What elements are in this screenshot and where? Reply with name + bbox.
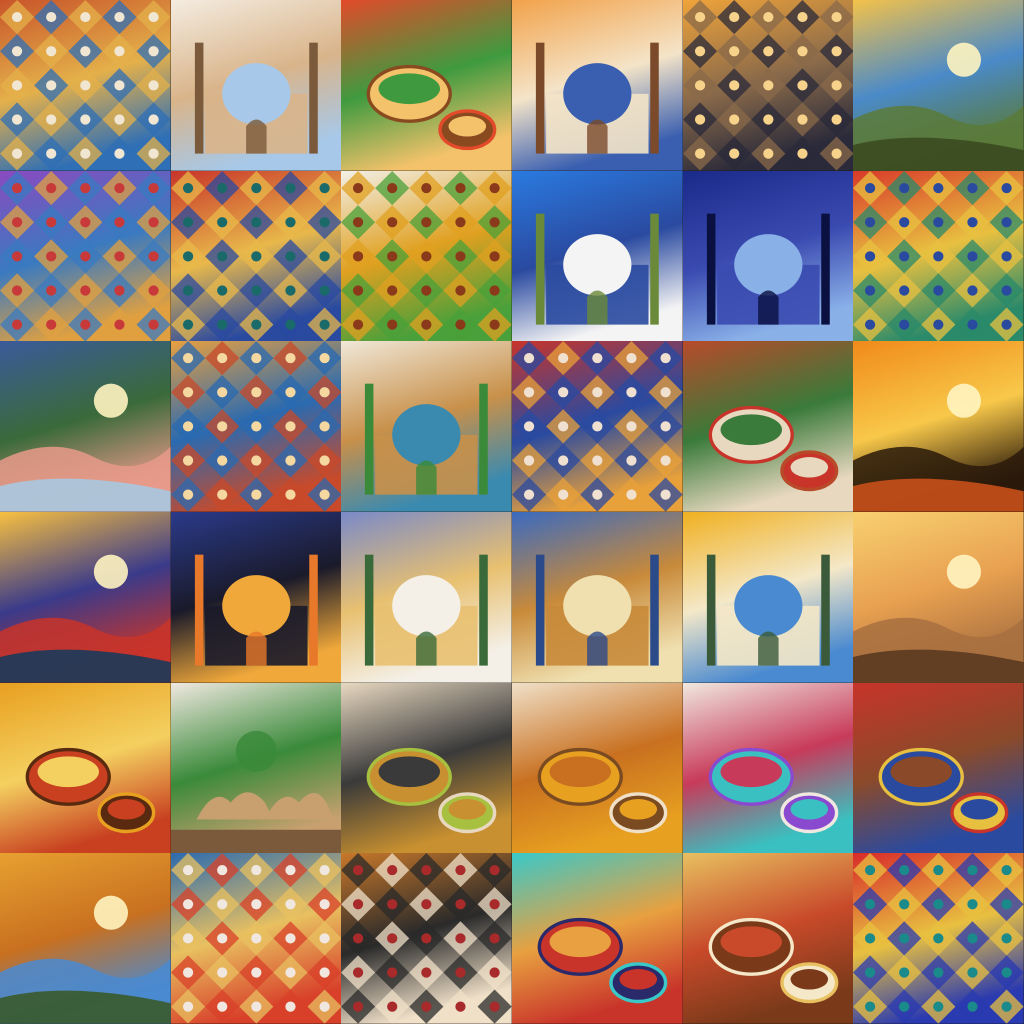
collage-tile	[170, 512, 342, 683]
collage-tile	[170, 341, 342, 512]
collage-tile	[682, 0, 854, 171]
collage-tile	[341, 170, 512, 342]
collage-tile	[512, 0, 683, 171]
collage-tile	[853, 170, 1024, 342]
potted-plant-icon	[341, 170, 512, 342]
sea-sunset-icon	[0, 512, 171, 683]
collage-tile	[170, 853, 342, 1024]
photo-collage	[0, 0, 1024, 1024]
collage-tile	[682, 170, 854, 342]
collage-tile	[853, 853, 1024, 1024]
tapestry-icon	[853, 170, 1024, 342]
desert-dunes-icon	[0, 853, 171, 1024]
collage-tile	[0, 170, 171, 342]
mountain-coast-icon	[0, 341, 171, 512]
minaret-bowl-icon	[341, 341, 512, 512]
collage-tile	[0, 341, 171, 512]
honey-dishes-icon	[512, 682, 683, 854]
collage-tile	[682, 341, 854, 512]
mosque-dome-icon	[512, 0, 683, 171]
collage-tile	[512, 853, 683, 1024]
camel-sunset-icon	[853, 341, 1024, 512]
collage-tile	[512, 341, 683, 512]
blue-dome-icon	[512, 170, 683, 342]
patterned-wall-icon	[170, 853, 342, 1024]
collage-tile	[170, 170, 342, 342]
clay-vase-icon	[853, 682, 1024, 854]
white-mosque-icon	[341, 512, 512, 683]
spice-bowls-icon	[341, 0, 512, 171]
collage-tile	[341, 512, 512, 683]
food-bowls-icon	[341, 682, 512, 854]
night-mosque-icon	[682, 170, 854, 342]
collage-tile	[0, 512, 171, 683]
city-sunset-icon	[853, 512, 1024, 683]
river-sunset-icon	[853, 0, 1024, 171]
painted-plate-icon	[682, 853, 854, 1024]
palm-reflection-icon	[682, 0, 854, 171]
mosaic-pattern-icon	[170, 170, 342, 342]
collage-tile	[512, 512, 683, 683]
harbor-boats-icon	[170, 341, 342, 512]
collage-tile	[341, 682, 512, 854]
pottery-icon	[682, 341, 854, 512]
turquoise-egg-icon	[512, 853, 683, 1024]
embroidered-slippers-icon	[512, 341, 683, 512]
colored-bowls-icon	[682, 682, 854, 854]
collage-tile	[170, 682, 342, 854]
collage-tile	[170, 0, 342, 171]
kilim-rug-icon	[853, 853, 1024, 1024]
collage-tile	[0, 853, 171, 1024]
carpet-icon	[0, 0, 171, 171]
collage-tile	[512, 170, 683, 342]
collage-tile	[341, 341, 512, 512]
palace-icon	[170, 0, 342, 171]
collage-tile	[0, 0, 171, 171]
collage-tile	[853, 341, 1024, 512]
oud-instrument-icon	[341, 853, 512, 1024]
collage-tile	[853, 512, 1024, 683]
collage-tile	[341, 0, 512, 171]
collage-tile	[853, 0, 1024, 171]
brass-lantern-icon	[0, 682, 171, 854]
collage-tile	[853, 682, 1024, 854]
minaret-silhouette-icon	[170, 512, 342, 683]
tiled-palace-icon	[512, 512, 683, 683]
collage-tile	[682, 682, 854, 854]
collage-tile	[341, 853, 512, 1024]
camel-head-icon	[170, 682, 342, 854]
fabric-rolls-icon	[0, 170, 171, 342]
collage-tile	[0, 682, 171, 854]
collage-tile	[682, 853, 854, 1024]
collage-tile	[512, 682, 683, 854]
collage-tile	[682, 512, 854, 683]
golden-dome-icon	[682, 512, 854, 683]
